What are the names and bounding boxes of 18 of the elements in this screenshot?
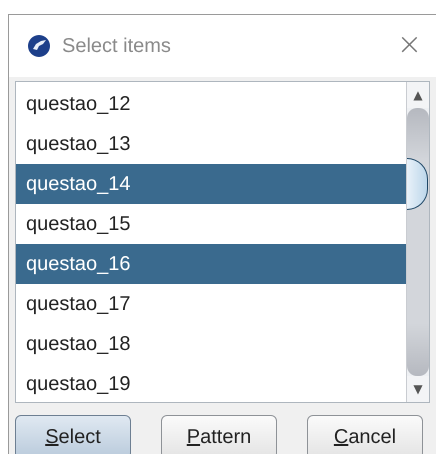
dialog-button[interactable]: Select [15,415,131,454]
dialog-button[interactable]: Cancel [307,415,423,454]
list-item[interactable]: questao_14 [16,164,406,204]
list-item[interactable]: questao_15 [16,204,406,244]
list-item[interactable]: questao_13 [16,124,406,164]
app-icon [27,34,51,58]
list-item[interactable]: questao_18 [16,324,406,364]
list-item[interactable]: questao_12 [16,84,406,124]
scroll-up-button[interactable]: ▲ [407,82,429,108]
window-title: Select items [62,34,172,58]
list-item[interactable]: questao_16 [16,244,406,284]
scrollbar-thumb[interactable] [407,158,428,210]
scroll-down-button[interactable]: ▼ [407,376,429,402]
scrollbar[interactable]: ▲ ▼ [406,82,429,402]
list-item[interactable]: questao_19 [16,364,406,404]
list-item[interactable]: questao_17 [16,284,406,324]
close-button[interactable]: × [388,26,430,66]
dialog-button[interactable]: Pattern [161,415,277,454]
